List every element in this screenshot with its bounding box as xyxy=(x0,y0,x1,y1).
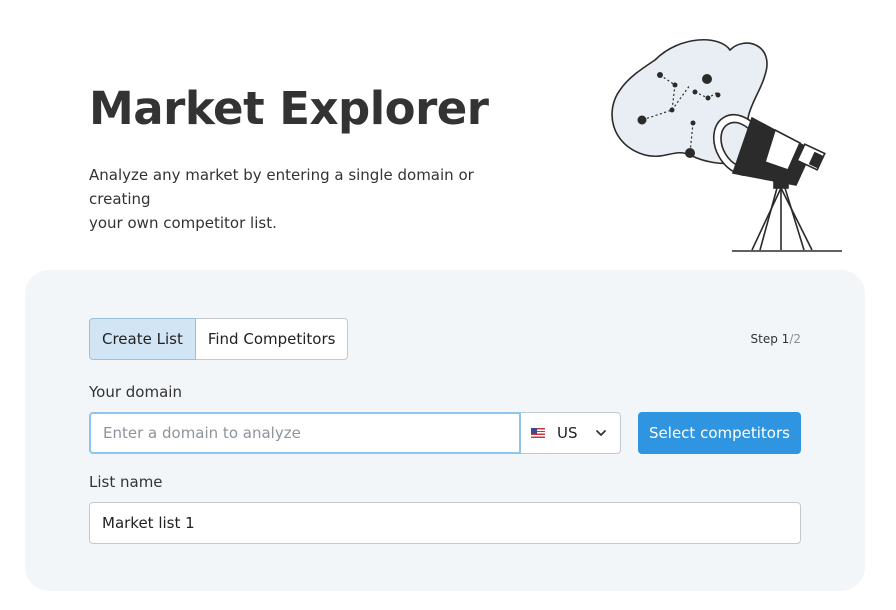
step-indicator: Step 1/2 xyxy=(751,332,801,346)
domain-input[interactable] xyxy=(89,412,521,454)
country-select[interactable]: US xyxy=(521,412,621,454)
list-name-input[interactable] xyxy=(89,502,801,544)
tab-create-list[interactable]: Create List xyxy=(89,318,196,360)
mode-tabs: Create List Find Competitors xyxy=(89,318,349,360)
subtitle-line-1: Analyze any market by entering a single … xyxy=(89,166,474,208)
domain-label: Your domain xyxy=(89,383,182,401)
telescope-constellation-illustration xyxy=(611,39,842,252)
country-code: US xyxy=(557,424,578,442)
step-current: Step 1 xyxy=(750,332,790,346)
step-total: /2 xyxy=(789,332,801,346)
page-subtitle: Analyze any market by entering a single … xyxy=(89,163,529,235)
tab-find-competitors[interactable]: Find Competitors xyxy=(195,318,349,360)
select-competitors-button[interactable]: Select competitors xyxy=(638,412,801,454)
chevron-down-icon xyxy=(596,430,606,436)
list-name-label: List name xyxy=(89,473,163,491)
us-flag-icon xyxy=(531,428,545,438)
subtitle-line-2: your own competitor list. xyxy=(89,214,277,232)
page-title: Market Explorer xyxy=(89,82,489,135)
create-list-panel: Create List Find Competitors Step 1/2 Yo… xyxy=(25,270,865,591)
